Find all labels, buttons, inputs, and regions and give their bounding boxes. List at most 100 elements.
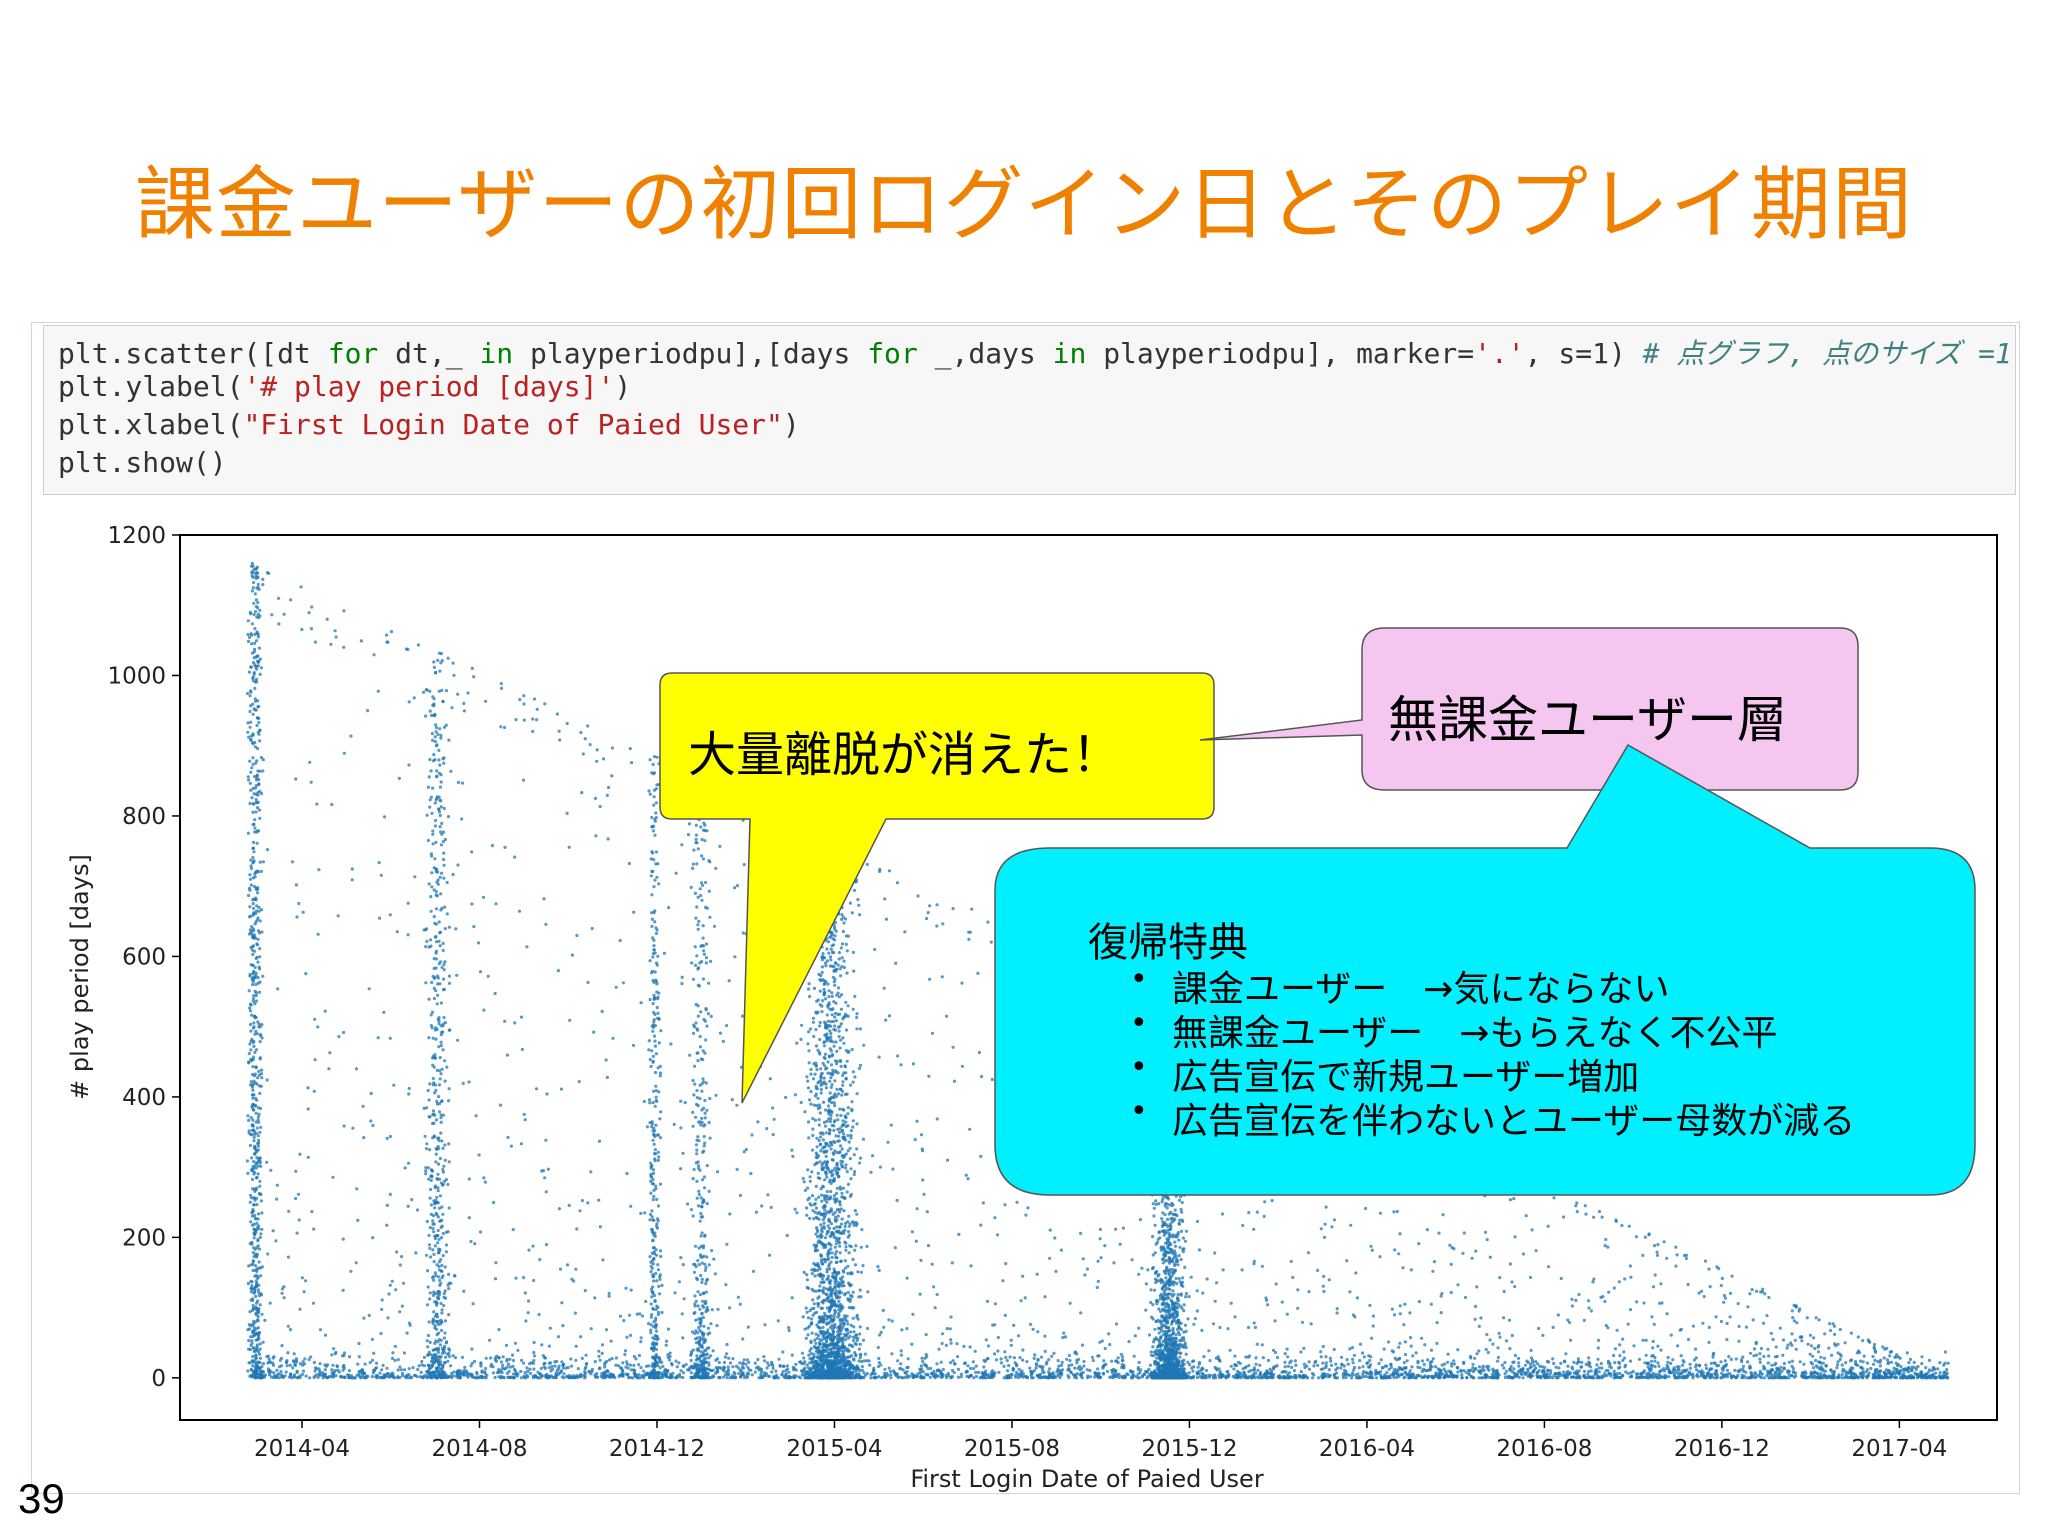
scatter-point xyxy=(734,1364,739,1368)
scatter-point xyxy=(932,1285,936,1289)
scatter-point xyxy=(1019,1299,1023,1303)
scatter-point xyxy=(369,1091,373,1096)
scatter-point xyxy=(1397,1252,1401,1256)
scatter-point xyxy=(965,1374,969,1378)
scatter-point xyxy=(330,1353,334,1357)
scatter-point xyxy=(727,1356,731,1360)
scatter-point xyxy=(341,1354,345,1358)
scatter-point xyxy=(1402,1323,1406,1327)
scatter-point xyxy=(1023,1296,1027,1300)
scatter-point xyxy=(750,1373,754,1377)
scatter-point xyxy=(597,1349,601,1353)
scatter-point xyxy=(609,1339,613,1343)
scatter-point xyxy=(1350,1373,1355,1377)
scatter-point xyxy=(1229,1301,1233,1305)
scatter-point xyxy=(694,1244,698,1248)
scatter-point xyxy=(472,925,476,929)
scatter-point xyxy=(1041,1365,1045,1369)
scatter-point xyxy=(1328,1373,1332,1377)
scatter-point xyxy=(252,1093,256,1097)
scatter-point xyxy=(511,1364,515,1368)
scatter-point xyxy=(1802,1362,1806,1366)
scatter-point xyxy=(248,1042,252,1046)
scatter-point xyxy=(1769,1331,1773,1335)
scatter-point xyxy=(1312,1364,1316,1368)
scatter-point xyxy=(256,1244,260,1248)
scatter-point xyxy=(250,1013,254,1017)
scatter-point xyxy=(1485,1333,1489,1337)
scatter-point xyxy=(946,1158,950,1162)
scatter-point xyxy=(1007,1363,1011,1368)
scatter-point xyxy=(1316,1363,1320,1367)
scatter-point xyxy=(1339,1366,1343,1370)
scatter-point xyxy=(979,1154,983,1158)
scatter-point xyxy=(1334,1368,1338,1372)
scatter-point xyxy=(362,1375,366,1380)
scatter-point xyxy=(1790,1309,1794,1313)
scatter-point xyxy=(248,781,252,785)
scatter-point xyxy=(1130,1258,1134,1262)
scatter-point xyxy=(1122,1374,1126,1378)
scatter-point xyxy=(1878,1364,1882,1368)
scatter-point xyxy=(252,1172,256,1176)
scatter-point xyxy=(482,1008,486,1012)
scatter-point xyxy=(385,1223,389,1227)
scatter-point xyxy=(252,897,256,902)
scatter-point xyxy=(388,1192,392,1196)
scatter-point xyxy=(1317,1376,1321,1380)
scatter-point xyxy=(1121,1226,1125,1230)
scatter-point xyxy=(342,751,346,755)
scatter-point xyxy=(756,1365,760,1369)
scatter-point xyxy=(780,1372,784,1376)
scatter-point xyxy=(1603,1374,1607,1378)
scatter-point xyxy=(247,1339,251,1343)
scatter-point xyxy=(1946,1361,1950,1365)
scatter-point xyxy=(883,1374,887,1378)
scatter-point xyxy=(771,1106,775,1110)
scatter-point xyxy=(493,1277,498,1281)
scatter-point xyxy=(1650,1373,1654,1377)
scatter-point xyxy=(787,1370,791,1374)
scatter-point xyxy=(1681,1359,1685,1363)
scatter-point xyxy=(475,1372,479,1376)
scatter-point xyxy=(398,1375,402,1380)
scatter-point xyxy=(1398,1373,1402,1377)
scatter-point xyxy=(1217,1367,1221,1371)
scatter-point xyxy=(1243,1366,1247,1370)
scatter-point xyxy=(1052,1351,1056,1355)
scatter-point xyxy=(1082,1364,1086,1368)
scatter-point xyxy=(484,1356,488,1360)
scatter-point xyxy=(1713,1373,1717,1377)
scatter-point xyxy=(1688,1362,1692,1366)
scatter-point xyxy=(1787,1360,1791,1364)
scatter-point xyxy=(727,979,731,983)
scatter-point xyxy=(1254,1371,1258,1375)
scatter-point xyxy=(251,661,256,665)
scatter-point xyxy=(981,1201,985,1205)
scatter-point xyxy=(887,1318,891,1322)
scatter-point xyxy=(1849,1358,1854,1362)
scatter-point xyxy=(1873,1376,1877,1380)
scatter-point xyxy=(252,1021,256,1025)
scatter-point xyxy=(1833,1376,1837,1380)
scatter-point xyxy=(1117,1372,1121,1377)
scatter-point xyxy=(1009,1343,1013,1347)
scatter-point xyxy=(899,1349,903,1353)
scatter-point xyxy=(1321,1284,1325,1288)
scatter-point xyxy=(1766,1361,1770,1365)
scatter-point xyxy=(1679,1354,1683,1358)
scatter-point xyxy=(376,689,380,693)
scatter-point xyxy=(1435,1321,1439,1325)
scatter-point xyxy=(351,1126,355,1130)
scatter-point xyxy=(554,1371,558,1375)
scatter-point xyxy=(1821,1361,1825,1365)
scatter-point xyxy=(738,1361,742,1365)
scatter-point xyxy=(372,1351,376,1355)
scatter-point xyxy=(420,1363,424,1367)
scatter-point xyxy=(1532,1363,1536,1368)
scatter-point xyxy=(1021,1274,1025,1278)
scatter-point xyxy=(454,927,458,931)
scatter-point xyxy=(1416,1361,1420,1365)
scatter-point xyxy=(1552,1361,1556,1366)
scatter-point xyxy=(256,1336,260,1340)
